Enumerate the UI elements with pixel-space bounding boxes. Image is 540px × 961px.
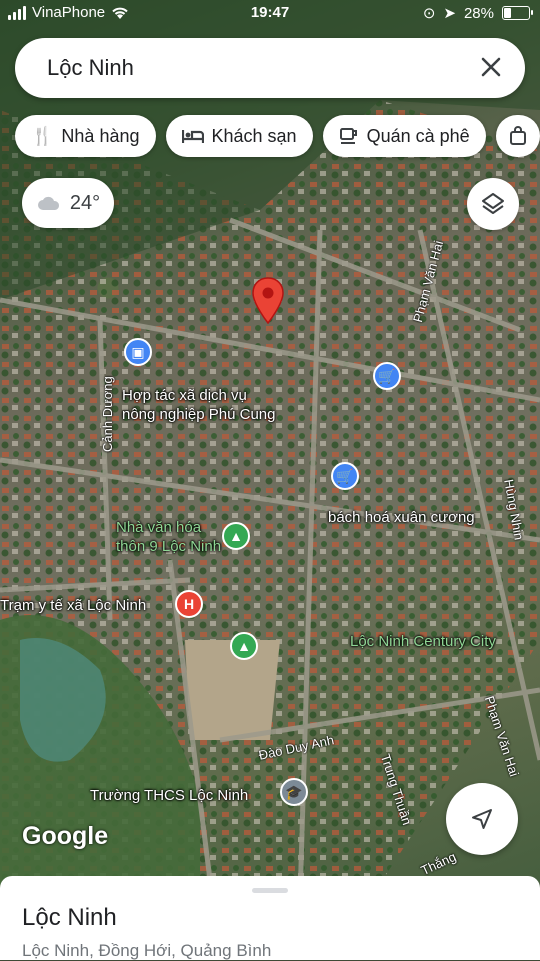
- battery-percent: 28%: [463, 4, 494, 22]
- search-bar[interactable]: Lộc Ninh: [15, 38, 525, 98]
- place-sheet[interactable]: Lộc Ninh Lộc Ninh, Đồng Hới, Quảng Bình: [0, 876, 540, 960]
- layers-button[interactable]: [467, 178, 519, 230]
- screen-lock-icon: ⊙: [422, 5, 436, 22]
- close-icon[interactable]: [477, 53, 505, 81]
- cloud-icon: [37, 196, 59, 210]
- layers-icon: [482, 193, 504, 214]
- poi-label[interactable]: Hợp tác xã dịch vụ nông nghiệp Phú Cung: [122, 386, 275, 424]
- battery-icon: [502, 6, 533, 20]
- poi-label-line: nông nghiệp Phú Cung: [122, 406, 276, 423]
- place-address: Lộc Ninh, Đồng Hới, Quảng Bình: [22, 941, 272, 960]
- weather-chip[interactable]: 24°: [22, 178, 114, 228]
- location-pin-icon[interactable]: [250, 276, 286, 326]
- poi-label-line: Hợp tác xã dịch vụ: [122, 387, 247, 404]
- chip-restaurants[interactable]: 🍴 Nhà hàng: [15, 115, 156, 157]
- chip-label: Quán cà phê: [366, 125, 470, 146]
- shop-icon[interactable]: ▣: [124, 338, 152, 366]
- category-chips: 🍴 Nhà hàng Khách sạn Quán cà phê: [15, 115, 540, 157]
- temperature: 24°: [69, 191, 101, 214]
- school-icon[interactable]: 🎓: [280, 778, 308, 806]
- poi-label[interactable]: Trạm y tế xã Lộc Ninh: [0, 596, 146, 615]
- poi-label[interactable]: Nhà văn hóa thôn 9 Lộc Ninh: [116, 518, 221, 556]
- shopping-cart-icon[interactable]: 🛒: [373, 362, 401, 390]
- chip-shopping[interactable]: [495, 115, 540, 157]
- shopping-cart-icon[interactable]: 🛒: [331, 462, 359, 490]
- park-icon[interactable]: ▲: [222, 522, 250, 550]
- location-arrow-icon: ➤: [443, 5, 456, 22]
- poi-label-line: Nhà văn hóa: [116, 519, 202, 536]
- place-title: Lộc Ninh: [22, 904, 117, 931]
- park-icon[interactable]: ▲: [230, 632, 258, 660]
- chip-label: Khách sạn: [211, 125, 297, 146]
- chip-coffee[interactable]: Quán cà phê: [322, 115, 486, 157]
- hotel-icon: [181, 130, 204, 143]
- navigation-button[interactable]: [446, 783, 518, 855]
- poi-label-line: thôn 9 Lộc Ninh: [116, 538, 222, 555]
- restaurant-icon: 🍴: [31, 125, 54, 146]
- poi-label[interactable]: bách hoá xuân cương: [328, 508, 475, 527]
- status-bar: VinaPhone 19:47 ⊙ ➤ 28%: [0, 0, 540, 28]
- search-query[interactable]: Lộc Ninh: [47, 55, 134, 81]
- chip-hotels[interactable]: Khách sạn: [165, 115, 313, 157]
- navigation-arrow-icon: [472, 809, 492, 829]
- coffee-icon: [339, 128, 357, 144]
- poi-label[interactable]: Trường THCS Lộc Ninh: [90, 786, 248, 805]
- status-right: ⊙ ➤ 28%: [422, 4, 533, 22]
- hospital-icon[interactable]: H: [175, 590, 203, 618]
- google-logo: Google: [22, 822, 109, 850]
- drag-handle[interactable]: [252, 888, 288, 893]
- battery-level: [504, 8, 512, 18]
- shopping-bag-icon: [509, 126, 526, 145]
- street-label: Cảnh Dương: [100, 376, 115, 452]
- poi-label[interactable]: Lộc Ninh Century City: [350, 632, 496, 651]
- chip-label: Nhà hàng: [61, 125, 140, 146]
